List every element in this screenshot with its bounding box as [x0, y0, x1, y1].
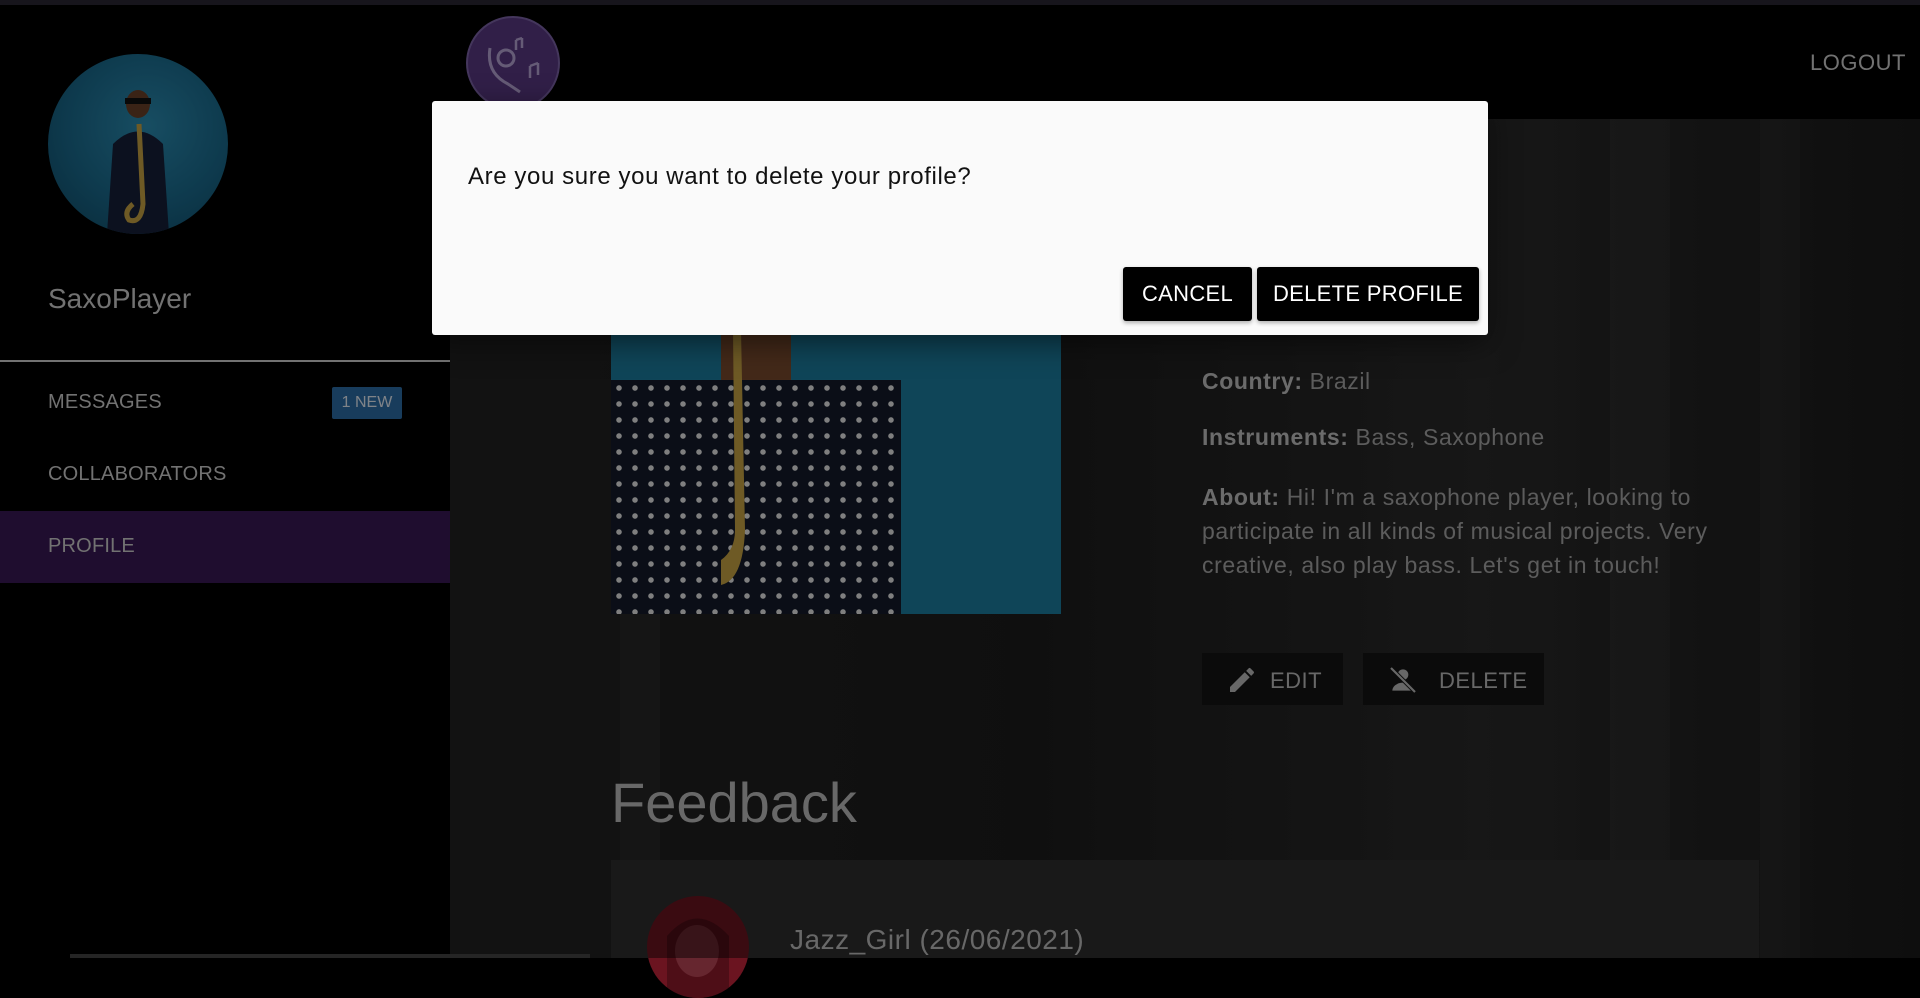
delete-confirm-dialog: Are you sure you want to delete your pro…: [432, 101, 1488, 335]
dialog-message: Are you sure you want to delete your pro…: [468, 163, 972, 190]
cancel-button[interactable]: CANCEL: [1123, 267, 1252, 321]
confirm-delete-button[interactable]: DELETE PROFILE: [1257, 267, 1479, 321]
